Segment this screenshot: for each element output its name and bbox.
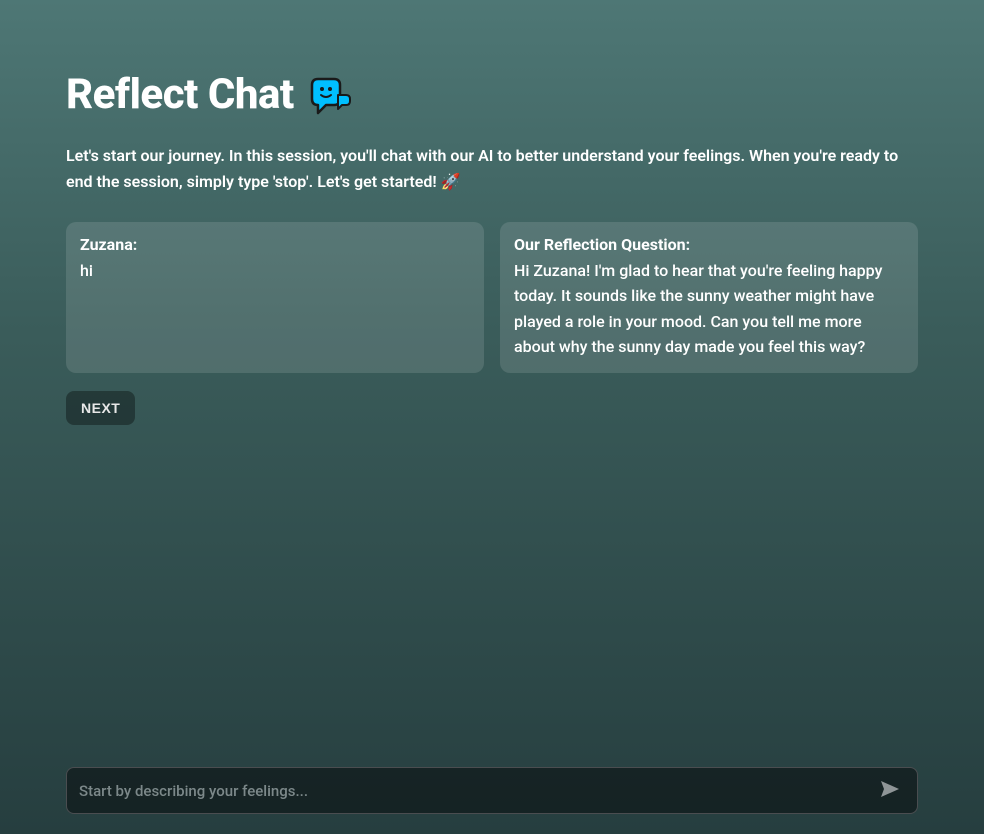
ai-message-content: Hi Zuzana! I'm glad to hear that you're … (514, 258, 904, 359)
reflect-logo-icon (308, 75, 352, 115)
next-button[interactable]: NEXT (66, 391, 135, 425)
chat-row: Zuzana: hi Our Reflection Question: Hi Z… (66, 222, 918, 373)
intro-text: Let's start our journey. In this session… (66, 143, 918, 194)
send-button[interactable] (875, 779, 905, 802)
page-title: Reflect Chat (66, 70, 294, 119)
send-icon (879, 779, 901, 802)
ai-message-label: Our Reflection Question: (514, 235, 904, 254)
user-message-content: hi (80, 258, 470, 283)
message-input-bar (66, 767, 918, 814)
main-container: Reflect Chat Let's start our journey. In… (0, 0, 984, 834)
ai-message-bubble: Our Reflection Question: Hi Zuzana! I'm … (500, 222, 918, 373)
header: Reflect Chat (66, 70, 918, 119)
message-input[interactable] (79, 782, 875, 800)
user-message-bubble: Zuzana: hi (66, 222, 484, 373)
user-message-label: Zuzana: (80, 235, 470, 254)
